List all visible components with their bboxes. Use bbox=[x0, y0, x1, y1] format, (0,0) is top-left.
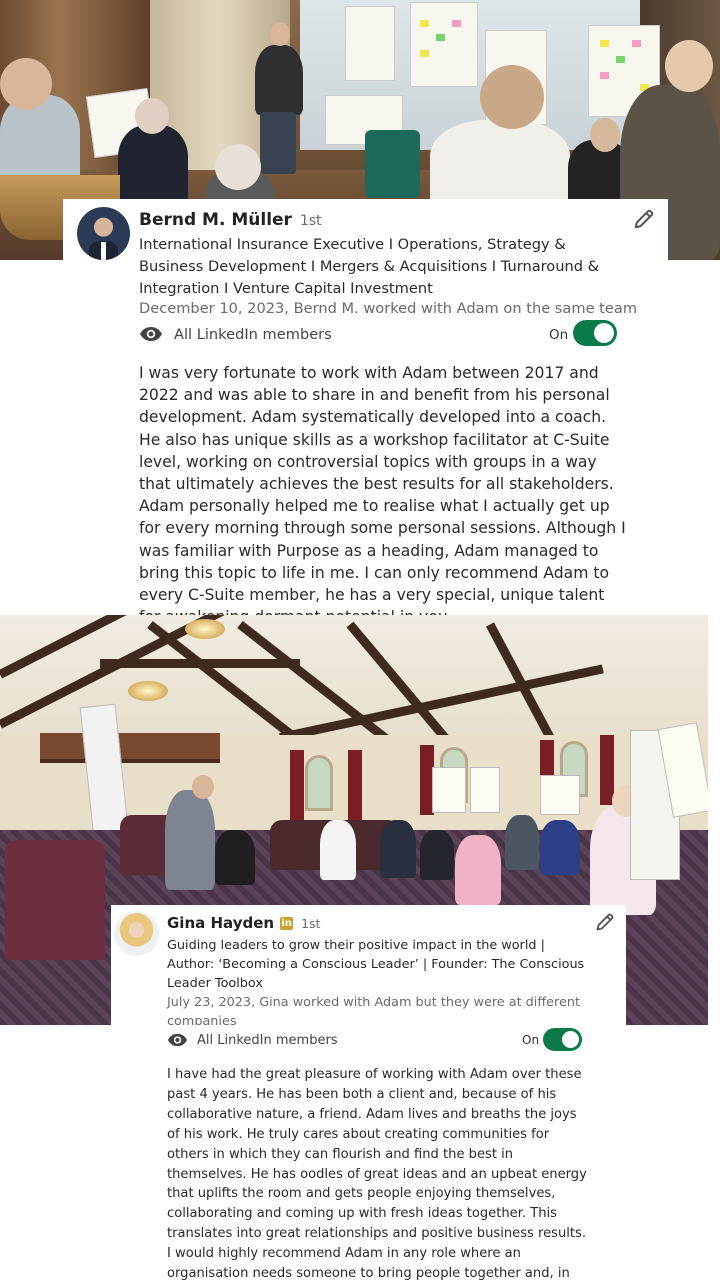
linkedin-premium-icon: in bbox=[280, 916, 294, 930]
recommender-name-text[interactable]: Gina Hayden bbox=[167, 914, 274, 932]
pencil-icon[interactable] bbox=[633, 208, 655, 230]
eye-icon bbox=[167, 1033, 188, 1047]
recommendation-text: I was very fortunate to work with Adam b… bbox=[139, 364, 626, 626]
recommendation-meta: December 10, 2023, Bernd M. worked with … bbox=[139, 300, 638, 317]
visibility-setting: All LinkedIn members bbox=[139, 323, 332, 345]
eye-icon bbox=[140, 327, 162, 341]
avatar[interactable] bbox=[114, 911, 159, 956]
recommendation-card-1: Bernd M. Müller 1st International Insuran… bbox=[63, 199, 668, 626]
visibility-setting: All LinkedIn members bbox=[167, 1030, 338, 1050]
recommendation-card-2: Gina Hayden in 1st Guiding leaders to gr… bbox=[111, 905, 626, 1029]
recommender-headline: International Insurance Executive I Oper… bbox=[139, 236, 600, 297]
visibility-label: All LinkedIn members bbox=[197, 1032, 338, 1048]
toggle-label: On bbox=[549, 327, 569, 343]
recommender-name[interactable]: Bernd M. Müller 1st bbox=[139, 210, 322, 230]
visibility-label: All LinkedIn members bbox=[174, 325, 332, 343]
toggle-label: On bbox=[522, 1033, 540, 1047]
recommendation-card-2-body: All LinkedIn members On I have had the g… bbox=[111, 1025, 720, 1280]
recommender-name-text[interactable]: Bernd M. Müller bbox=[139, 210, 292, 230]
recommender-headline: Guiding leaders to grow their positive i… bbox=[167, 938, 585, 991]
avatar[interactable] bbox=[77, 207, 130, 260]
connection-degree: 1st bbox=[299, 213, 322, 229]
recommender-name[interactable]: Gina Hayden in 1st bbox=[167, 914, 320, 932]
connection-degree: 1st bbox=[301, 915, 321, 931]
visibility-toggle[interactable] bbox=[573, 320, 617, 346]
recommendation-text: I have had the great pleasure of working… bbox=[167, 1067, 587, 1280]
visibility-toggle[interactable] bbox=[543, 1028, 582, 1051]
pencil-icon[interactable] bbox=[595, 912, 615, 932]
